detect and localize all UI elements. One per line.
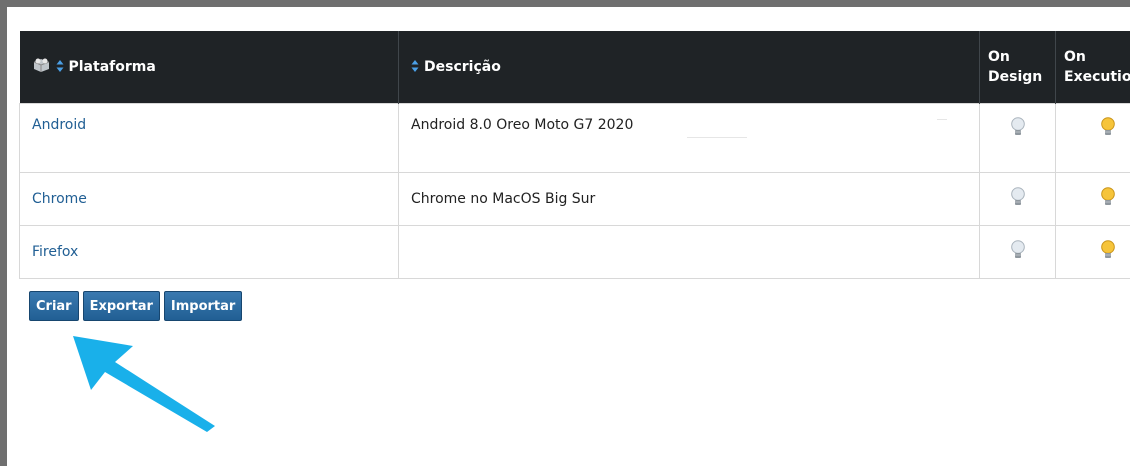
platform-link[interactable]: Android xyxy=(32,117,86,133)
column-header-on-design: On Design xyxy=(979,31,1056,104)
platform-link[interactable]: Firefox xyxy=(32,244,78,260)
column-header-on-execution-label: On Executio xyxy=(1064,49,1130,85)
description-cell: Android 8.0 Oreo Moto G7 2020 xyxy=(398,103,980,173)
lightbulb-on-icon[interactable] xyxy=(1100,117,1116,137)
table-row: Firefox xyxy=(19,225,1130,279)
platform-cell: Android xyxy=(19,103,399,173)
column-header-platform-label: Plataforma xyxy=(68,59,156,75)
description-cell: Chrome no MacOS Big Sur xyxy=(398,172,980,226)
lightbulb-on-icon[interactable] xyxy=(1100,240,1116,260)
on-execution-cell xyxy=(1055,225,1130,279)
column-header-platform[interactable]: Plataforma xyxy=(19,31,399,104)
decorative-divider xyxy=(687,137,747,138)
platform-cell: Chrome xyxy=(19,172,399,226)
action-buttons: Criar Exportar Importar xyxy=(29,291,243,321)
description-cell xyxy=(398,225,980,279)
lightbulb-off-icon[interactable] xyxy=(1010,240,1026,260)
create-button[interactable]: Criar xyxy=(29,291,79,321)
column-header-on-design-label: On Design xyxy=(988,49,1043,85)
page-frame: Plataforma Descrição On Design On Execut… xyxy=(0,0,1130,466)
lightbulb-off-icon[interactable] xyxy=(1010,117,1026,137)
platforms-table: Plataforma Descrição On Design On Execut… xyxy=(19,31,1130,279)
sort-icon[interactable] xyxy=(411,59,419,73)
table-row: Android Android 8.0 Oreo Moto G7 2020 xyxy=(19,103,1130,173)
lightbulb-on-icon[interactable] xyxy=(1100,187,1116,207)
platform-box-icon xyxy=(33,58,49,72)
export-button[interactable]: Exportar xyxy=(82,291,160,321)
lightbulb-off-icon[interactable] xyxy=(1010,187,1026,207)
on-design-cell xyxy=(979,103,1056,173)
column-header-on-execution: On Executio xyxy=(1055,31,1130,104)
on-design-cell xyxy=(979,225,1056,279)
on-execution-cell xyxy=(1055,103,1130,173)
table-row: Chrome Chrome no MacOS Big Sur xyxy=(19,172,1130,226)
sort-icon[interactable] xyxy=(56,59,64,73)
import-button[interactable]: Importar xyxy=(163,291,243,321)
column-header-description-label: Descrição xyxy=(424,59,501,75)
platform-cell: Firefox xyxy=(19,225,399,279)
on-design-cell xyxy=(979,172,1056,226)
platform-link[interactable]: Chrome xyxy=(32,191,87,207)
pointer-arrow-icon xyxy=(73,336,215,432)
column-header-description[interactable]: Descrição xyxy=(398,31,980,104)
on-execution-cell xyxy=(1055,172,1130,226)
table-header-row: Plataforma Descrição On Design On Execut… xyxy=(19,31,1130,104)
decorative-divider xyxy=(937,119,947,120)
